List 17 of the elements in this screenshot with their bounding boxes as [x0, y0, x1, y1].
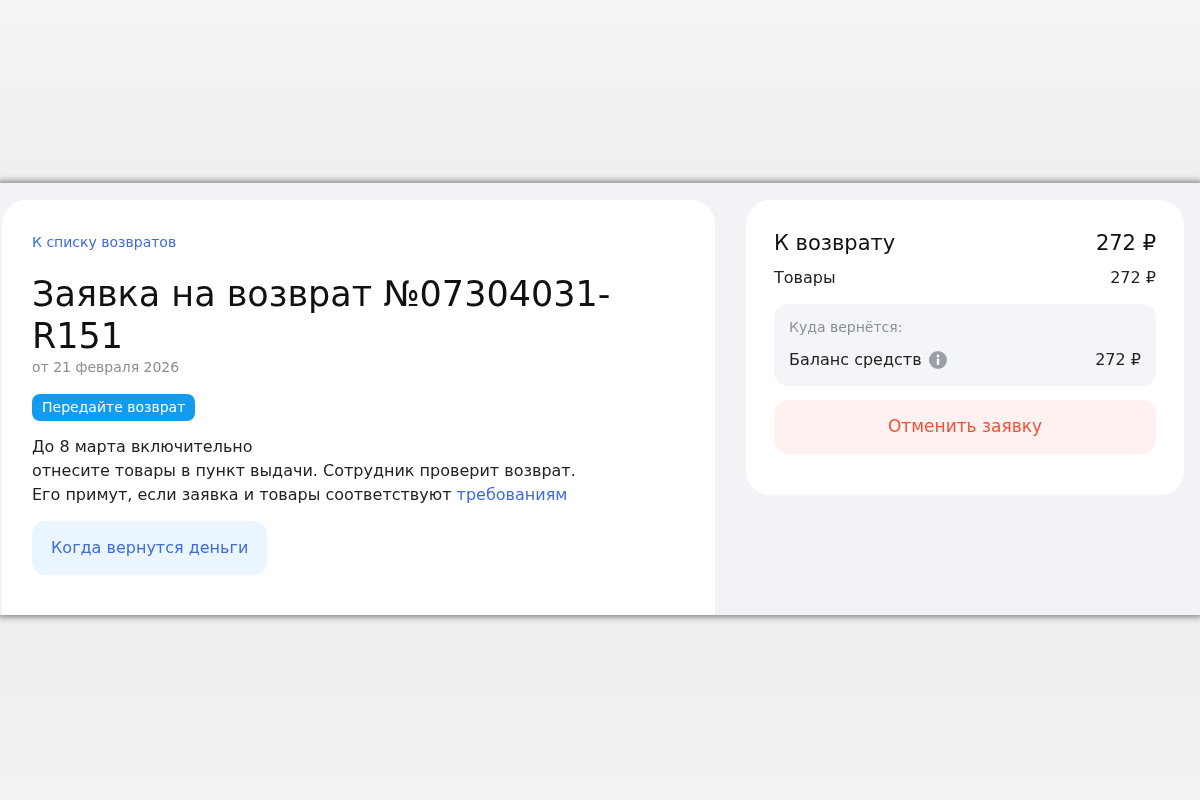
- deadline-text: До 8 марта включительно: [32, 436, 253, 458]
- info-icon[interactable]: [928, 350, 947, 369]
- date-text: от 21 февраля 2026: [32, 358, 180, 377]
- goods-label: Товары: [774, 266, 836, 289]
- requirements-link[interactable]: требованиям: [456, 485, 568, 504]
- page-title: Заявка на возврат №07304031-R151: [32, 273, 612, 357]
- status-badge: Передайте возврат: [32, 394, 196, 421]
- destination-value: 272 ₽: [1095, 348, 1141, 371]
- destination-heading: Куда вернётся:: [789, 317, 904, 337]
- destination-label: Баланс средств: [789, 348, 922, 371]
- total-value: 272 ₽: [1095, 230, 1156, 257]
- back-link[interactable]: К списку возвратов: [32, 232, 177, 253]
- goods-value: 272 ₽: [1110, 266, 1156, 289]
- instructions-text: отнесите товары в пункт выдачи. Сотрудник проверит возврат. Его примут, если заявка и товары соответствуют требованиям: [32, 460, 576, 506]
- cancel-button[interactable]: Отменить заявку: [774, 399, 1156, 454]
- total-label: К возврату: [774, 230, 896, 257]
- refund-info-button[interactable]: Когда вернутся деньги: [32, 521, 268, 575]
